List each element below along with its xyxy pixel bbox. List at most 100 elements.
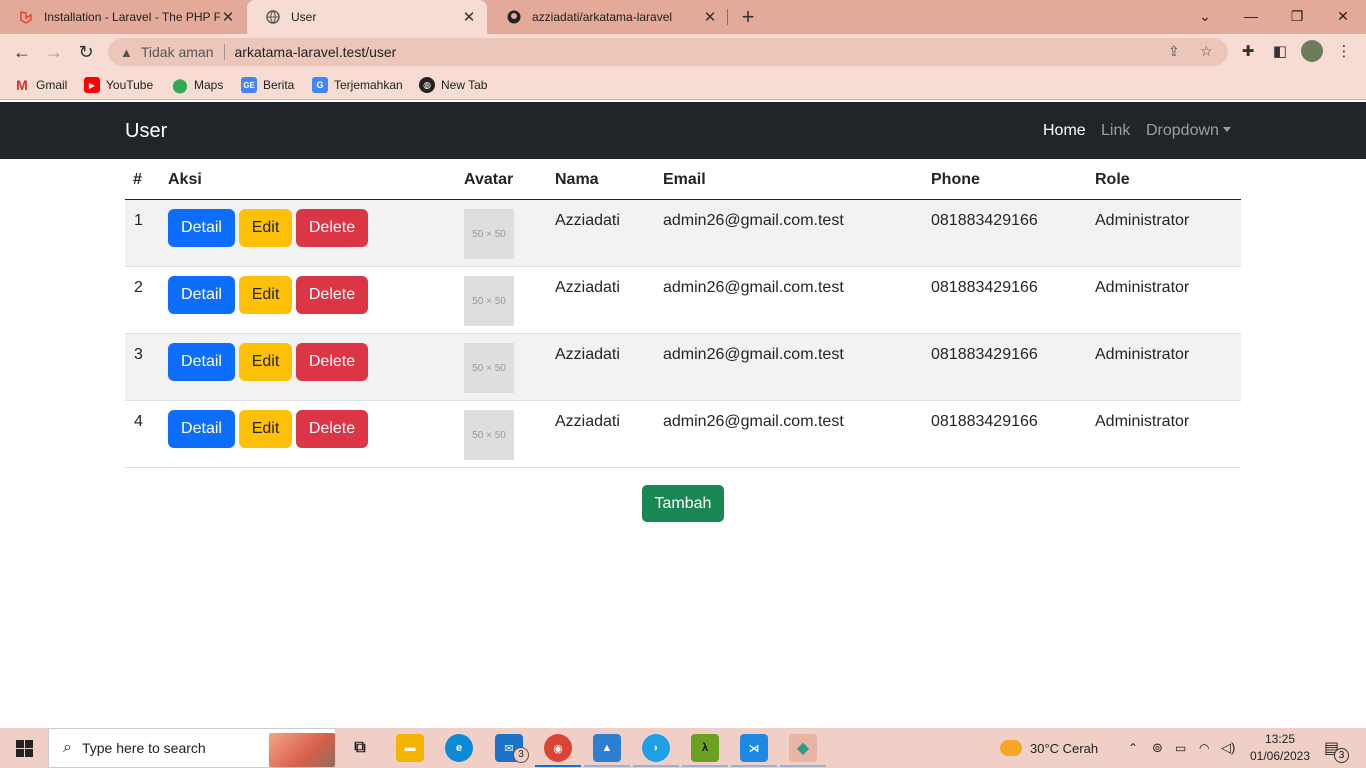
edge-icon[interactable]: e: [445, 734, 473, 762]
url-text[interactable]: arkatama-laravel.test/user: [235, 44, 397, 60]
file-explorer-icon[interactable]: ▬: [396, 734, 424, 762]
edit-button[interactable]: Edit: [239, 209, 292, 247]
user-phone: 081883429166: [931, 279, 1038, 296]
bookmark-new-tab[interactable]: ◍ New Tab: [419, 76, 487, 94]
bookmark-maps[interactable]: ⬤ Maps: [172, 76, 223, 94]
forward-icon[interactable]: →: [40, 38, 68, 66]
column-header-email: Email: [663, 171, 706, 188]
tab-laravel-installation[interactable]: Installation - Laravel - The PHP Fr ✕: [0, 0, 246, 34]
row-number: 3: [134, 346, 143, 363]
taskbar-search-box[interactable]: ⌕ Type here to search: [48, 728, 336, 768]
search-placeholder: Type here to search: [81, 740, 206, 756]
meet-icon[interactable]: ⊚: [1152, 728, 1163, 768]
close-window-icon[interactable]: ✕: [1320, 0, 1366, 32]
volume-icon[interactable]: ◁): [1221, 728, 1235, 768]
column-header-phone: Phone: [931, 171, 980, 188]
detail-button[interactable]: Detail: [168, 343, 235, 381]
extensions-icon[interactable]: ✚: [1236, 38, 1260, 64]
nav-link-home[interactable]: Home: [1043, 122, 1086, 140]
navbar-brand[interactable]: User: [125, 120, 167, 143]
security-label: Tidak aman: [140, 44, 214, 60]
nav-dropdown[interactable]: Dropdown: [1146, 122, 1231, 140]
tab-title: User: [291, 10, 317, 24]
app-indicator: [633, 765, 679, 767]
clock-time: 13:25: [1264, 732, 1296, 746]
user-email: admin26@gmail.com.test: [663, 279, 844, 296]
edit-button[interactable]: Edit: [239, 276, 292, 314]
restore-icon[interactable]: ❐: [1274, 0, 1320, 32]
wifi-icon[interactable]: ◠: [1199, 728, 1209, 768]
browser-tab-bar: Installation - Laravel - The PHP Fr ✕ Us…: [0, 0, 1366, 34]
table-row: 4 Detail Edit Delete 50 × 50 Azziadati a…: [125, 401, 1241, 468]
user-email: admin26@gmail.com.test: [663, 346, 844, 363]
bookmark-youtube[interactable]: ▶ YouTube: [84, 76, 153, 94]
close-tab-icon[interactable]: ✕: [220, 8, 236, 26]
edit-button[interactable]: Edit: [239, 410, 292, 448]
star-icon[interactable]: ☆: [1200, 43, 1213, 60]
nav-link-link[interactable]: Link: [1101, 122, 1130, 140]
system-clock[interactable]: 13:25 01/06/2023: [1240, 731, 1320, 765]
delete-button[interactable]: Delete: [296, 276, 368, 314]
bookmark-label: New Tab: [441, 78, 488, 92]
bookmark-berita[interactable]: GE Berita: [241, 76, 294, 94]
github-icon: [506, 9, 522, 25]
kebab-menu-icon[interactable]: ⋮: [1332, 38, 1356, 64]
column-header-aksi: Aksi: [168, 171, 202, 188]
tab-user[interactable]: User ✕: [247, 0, 487, 34]
weather-text: 30°C Cerah: [1030, 740, 1099, 756]
share-icon[interactable]: ⇪: [1168, 43, 1180, 60]
address-bar[interactable]: ▲ Tidak aman arkatama-laravel.test/user …: [108, 38, 1228, 66]
user-role: Administrator: [1095, 413, 1190, 430]
reload-icon[interactable]: ↻: [72, 38, 100, 66]
delete-button[interactable]: Delete: [296, 209, 368, 247]
gmail-icon: M: [16, 77, 28, 93]
user-role: Administrator: [1095, 346, 1190, 363]
bookmark-label: YouTube: [106, 78, 154, 92]
caret-down-icon: [1222, 127, 1231, 132]
user-name: Azziadati: [555, 413, 620, 430]
maps-pin-icon: ⬤: [172, 76, 188, 93]
bookmark-gmail[interactable]: M Gmail: [14, 76, 67, 94]
terminal-icon[interactable]: λ: [691, 734, 719, 762]
search-highlight-image: [269, 733, 335, 767]
avatar-placeholder: 50 × 50: [464, 343, 514, 393]
close-tab-icon[interactable]: ✕: [461, 8, 477, 26]
photos-icon[interactable]: ▲: [593, 734, 621, 762]
tab-search-chevron-icon[interactable]: ⌄: [1182, 0, 1228, 32]
clock-date: 01/06/2023: [1249, 749, 1311, 763]
tab-github-repo[interactable]: azziadati/arkatama-laravel ✕: [488, 0, 728, 34]
windows-start-icon[interactable]: [0, 728, 48, 768]
user-role: Administrator: [1095, 279, 1190, 296]
tambah-button[interactable]: Tambah: [642, 485, 724, 522]
edit-button[interactable]: Edit: [239, 343, 292, 381]
bookmark-label: Maps: [194, 78, 224, 92]
detail-button[interactable]: Detail: [168, 410, 235, 448]
vscode-icon[interactable]: ⋊: [740, 734, 768, 762]
side-panel-icon[interactable]: ◧: [1268, 38, 1292, 64]
app-icon[interactable]: ◗: [642, 734, 670, 762]
user-name: Azziadati: [555, 212, 620, 229]
bookmarks-bar: M Gmail ▶ YouTube ⬤ Maps GE Berita G Ter…: [0, 70, 1366, 100]
profile-avatar[interactable]: [1300, 38, 1324, 64]
weather-widget[interactable]: 30°C Cerah: [1000, 728, 1098, 768]
new-tab-button[interactable]: +: [737, 4, 759, 30]
close-tab-icon[interactable]: ✕: [702, 8, 718, 26]
detail-button[interactable]: Detail: [168, 209, 235, 247]
app-indicator: [682, 765, 728, 767]
battery-icon[interactable]: ▭: [1175, 728, 1186, 768]
bookmark-terjemahkan[interactable]: G Terjemahkan: [312, 76, 403, 94]
chevron-up-icon[interactable]: ⌃: [1128, 728, 1138, 768]
chrome-icon[interactable]: ◉: [544, 734, 572, 762]
avatar-placeholder: 50 × 50: [464, 276, 514, 326]
warning-icon: ▲: [120, 44, 133, 60]
globe-icon: [265, 9, 281, 25]
detail-button[interactable]: Detail: [168, 276, 235, 314]
delete-button[interactable]: Delete: [296, 343, 368, 381]
column-header-no: #: [133, 171, 142, 188]
gitkraken-icon[interactable]: ◆: [789, 734, 817, 762]
task-view-icon[interactable]: ⧉: [346, 734, 374, 762]
delete-button[interactable]: Delete: [296, 410, 368, 448]
minimize-icon[interactable]: —: [1228, 0, 1274, 32]
table-row: 3 Detail Edit Delete 50 × 50 Azziadati a…: [125, 334, 1241, 401]
back-icon[interactable]: ←: [8, 38, 36, 66]
